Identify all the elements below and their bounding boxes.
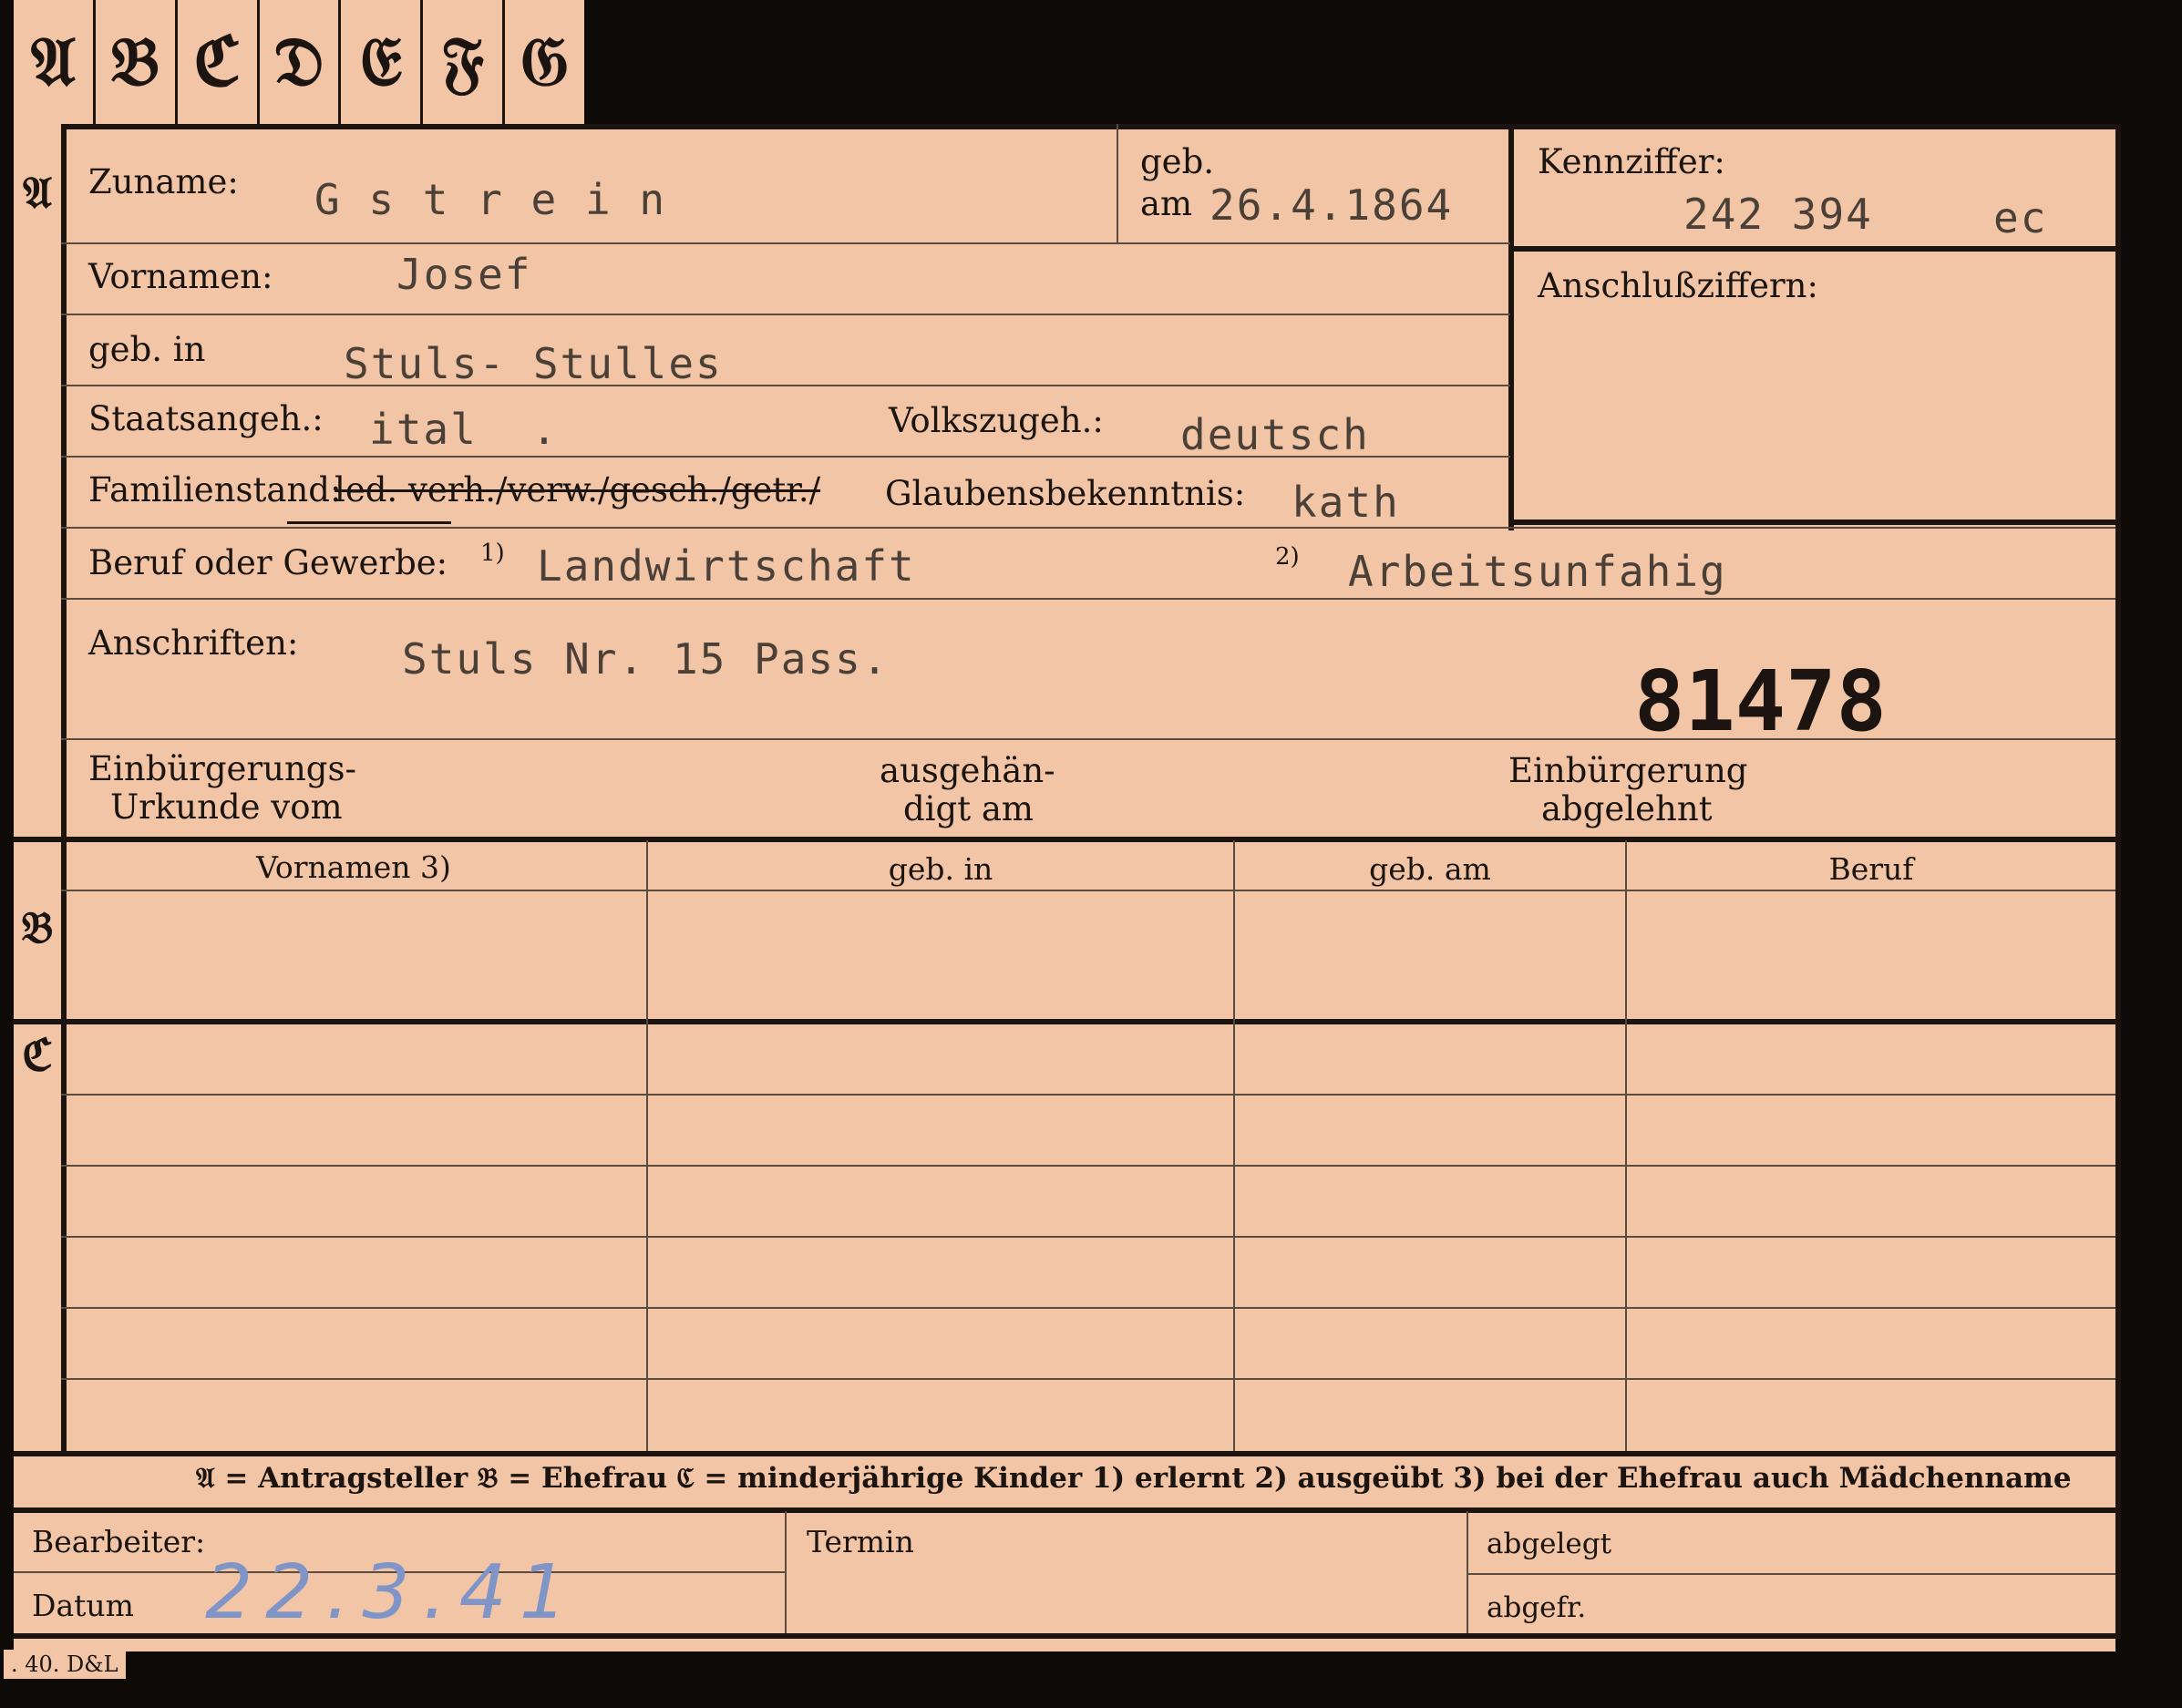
col-header-geb-am: geb. am xyxy=(1369,851,1491,887)
anschriften-value[interactable]: Stuls Nr. 15 Pass. xyxy=(402,634,890,684)
einbuergerung-abgelehnt-label-2: abgelehnt xyxy=(1541,789,1713,828)
row-rule xyxy=(61,527,2115,529)
section-c-rule xyxy=(14,1019,2115,1024)
volkszugeh-label: Volkszugeh.: xyxy=(889,401,1104,440)
row-rule xyxy=(61,598,2115,600)
section-b-rule xyxy=(14,837,2115,842)
ausgehaendigt-label-2: digt am xyxy=(903,789,1034,828)
anschluss-rule xyxy=(1508,520,2115,525)
legend-top-rule xyxy=(14,1451,2115,1456)
section-c-marker: ℭ xyxy=(22,1030,53,1081)
einbuergerung-urkunde-label-1: Einbürgerungs- xyxy=(88,749,356,788)
termin-label: Termin xyxy=(807,1524,914,1559)
birthplace-value[interactable]: Stuls- Stulles xyxy=(344,339,723,388)
bearbeiter-label: Bearbeiter: xyxy=(32,1524,206,1559)
print-mark: . 40. D&L xyxy=(4,1650,126,1679)
footer-row-rule xyxy=(1467,1573,2115,1575)
footer-col-rule xyxy=(785,1511,787,1633)
abgefr-label: abgefr. xyxy=(1487,1591,1587,1624)
table-row-rule xyxy=(61,1307,2115,1309)
beruf-note-1: 1) xyxy=(480,540,505,567)
top-rule xyxy=(61,124,2115,129)
tab-g[interactable]: 𝔊 xyxy=(505,0,584,124)
zuname-value[interactable]: G s t r e i n xyxy=(314,175,666,224)
tab-d[interactable]: 𝔇 xyxy=(260,0,342,124)
beruf-erlernt-value[interactable]: Landwirtschaft xyxy=(537,541,916,591)
row-rule xyxy=(61,385,1510,386)
abgelegt-label: abgelegt xyxy=(1487,1528,1612,1560)
tab-a[interactable]: 𝔄 xyxy=(14,0,96,124)
row-rule xyxy=(61,242,1510,244)
tab-b[interactable]: 𝔅 xyxy=(96,0,178,124)
table-row-rule xyxy=(61,1378,2115,1380)
kennziffer-suffix: ec xyxy=(1993,193,2048,242)
tab-c[interactable]: ℭ xyxy=(178,0,260,124)
section-b-marker: 𝔅 xyxy=(21,902,54,953)
tab-f[interactable]: 𝔉 xyxy=(423,0,506,124)
geb-in-label: geb. in xyxy=(88,330,206,369)
kennziffer-divider xyxy=(1508,124,1514,530)
legend: 𝔄 = Antragsteller 𝔅 = Ehefrau ℭ = minder… xyxy=(196,1462,2072,1495)
familienstand-underline xyxy=(287,521,451,524)
footer-col-rule xyxy=(1467,1511,1468,1633)
stamp-number: 81478 xyxy=(1634,653,1887,750)
ausgehaendigt-label-1: ausgehän- xyxy=(880,751,1055,790)
table-col-rule xyxy=(646,840,648,1451)
kennziffer-label: Kennziffer: xyxy=(1538,142,1725,181)
tab-strip: 𝔄 𝔅 ℭ 𝔇 𝔈 𝔉 𝔊 xyxy=(14,0,584,124)
datum-handwritten-value: 22.3.41 xyxy=(205,1549,580,1636)
kennziffer-value[interactable]: 242 394 xyxy=(1683,190,1873,239)
anschriften-label: Anschriften: xyxy=(88,623,299,663)
vornamen-value[interactable]: Josef xyxy=(396,250,531,299)
zuname-label: Zuname: xyxy=(88,162,239,201)
col-header-vornamen: Vornamen 3) xyxy=(256,849,451,885)
table-header-rule xyxy=(61,890,2115,891)
familienstand-options: led. verh./verw./gesch./getr./ xyxy=(335,470,821,509)
einbuergerung-abgelehnt-label-1: Einbürgerung xyxy=(1508,751,1748,790)
table-col-rule xyxy=(1625,840,1627,1451)
legend-bottom-rule xyxy=(14,1507,2115,1513)
col-header-beruf: Beruf xyxy=(1828,851,1914,887)
familienstand-label: Familienstand: xyxy=(88,470,342,509)
glaubensbekenntnis-value[interactable]: kath xyxy=(1292,478,1400,527)
table-row-rule xyxy=(61,1165,2115,1167)
am-label: am xyxy=(1140,184,1193,223)
einbuergerung-urkunde-label-2: Urkunde vom xyxy=(110,787,343,827)
table-row-rule xyxy=(61,1094,2115,1096)
vornamen-label: Vornamen: xyxy=(88,257,273,296)
beruf-ausgeuebt-value[interactable]: Arbeitsunfahig xyxy=(1348,547,1727,596)
table-col-rule xyxy=(1233,840,1235,1451)
section-a-marker: 𝔄 xyxy=(23,168,52,219)
beruf-label: Beruf oder Gewerbe: xyxy=(88,543,448,582)
glaubensbekenntnis-label: Glaubensbekenntnis: xyxy=(885,474,1246,513)
index-card: 𝔄 𝔅 ℭ Zuname: G s t r e i n geb. am 26.4… xyxy=(14,124,2121,1651)
birth-date-value[interactable]: 26.4.1864 xyxy=(1209,180,1453,230)
staatsangeh-value[interactable]: ital . xyxy=(369,405,559,454)
left-margin-rule xyxy=(61,124,67,1451)
beruf-note-2: 2) xyxy=(1275,543,1300,571)
datum-label: Datum xyxy=(32,1588,134,1623)
table-row-rule xyxy=(61,1236,2115,1238)
right-edge-rule xyxy=(2115,124,2121,1639)
volkszugeh-value[interactable]: deutsch xyxy=(1180,410,1370,459)
kennziffer-rule xyxy=(1508,246,2115,252)
col-header-geb-in: geb. in xyxy=(888,851,993,887)
row-rule xyxy=(61,314,1510,315)
anschlussziffern-label: Anschlußziffern: xyxy=(1538,266,1818,305)
tab-e[interactable]: 𝔈 xyxy=(341,0,424,124)
geb-divider xyxy=(1117,124,1118,242)
geb-label: geb. xyxy=(1140,142,1215,181)
staatsangeh-label: Staatsangeh.: xyxy=(88,399,324,438)
